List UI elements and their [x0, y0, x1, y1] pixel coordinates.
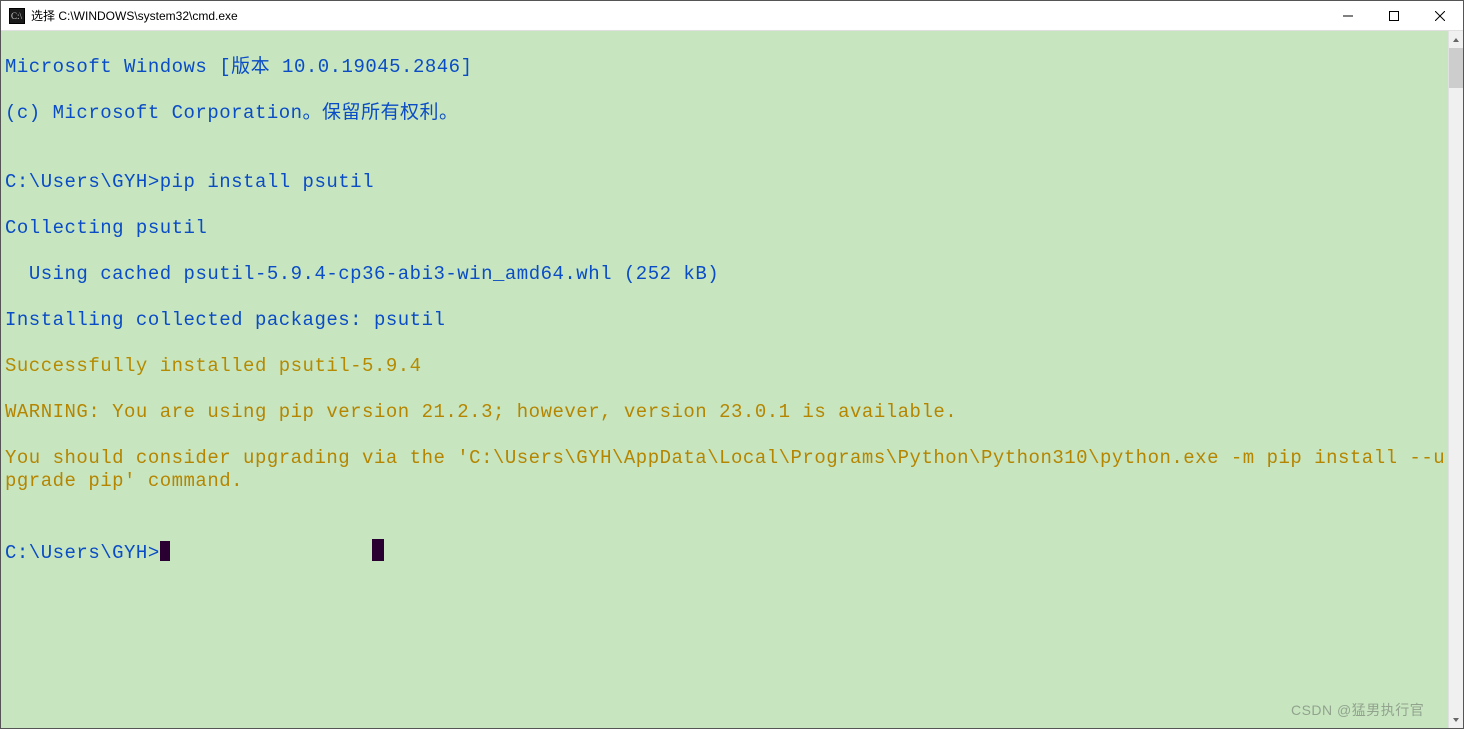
success-line: Successfully installed psutil-5.9.4: [5, 355, 1448, 378]
text-cursor: [160, 541, 170, 561]
selection-gap: [170, 542, 372, 564]
copyright-line: (c) Microsoft Corporation。保留所有权利。: [5, 102, 1448, 125]
scroll-track[interactable]: [1449, 48, 1463, 711]
window-title: 选择 C:\WINDOWS\system32\cmd.exe: [31, 7, 238, 24]
selection-block: [372, 539, 384, 561]
terminal-output[interactable]: Microsoft Windows [版本 10.0.19045.2846] (…: [1, 31, 1448, 728]
prompt-path-2: C:\Users\GYH>: [5, 542, 160, 564]
prompt-path: C:\Users\GYH>: [5, 171, 160, 193]
scroll-down-button[interactable]: [1449, 711, 1463, 728]
cmd-window: C:\ 选择 C:\WINDOWS\system32\cmd.exe Micro…: [0, 0, 1464, 729]
close-button[interactable]: [1417, 1, 1463, 31]
os-version-line: Microsoft Windows [版本 10.0.19045.2846]: [5, 56, 1448, 79]
prompt-line-1: C:\Users\GYH>pip install psutil: [5, 171, 1448, 194]
watermark-text: CSDN @猛男执行官: [1291, 699, 1424, 722]
warning-line-1: WARNING: You are using pip version 21.2.…: [5, 401, 1448, 424]
cached-line: Using cached psutil-5.9.4-cp36-abi3-win_…: [5, 263, 1448, 286]
warning-line-2: You should consider upgrading via the 'C…: [5, 447, 1448, 493]
prompt-line-2: C:\Users\GYH>: [5, 539, 1448, 565]
vertical-scrollbar[interactable]: [1448, 31, 1463, 728]
svg-text:C:\: C:\: [11, 11, 23, 21]
titlebar[interactable]: C:\ 选择 C:\WINDOWS\system32\cmd.exe: [1, 1, 1463, 31]
scroll-thumb[interactable]: [1449, 48, 1463, 88]
cmd-icon: C:\: [9, 8, 25, 24]
prompt-command: pip install psutil: [160, 171, 374, 193]
maximize-button[interactable]: [1371, 1, 1417, 31]
minimize-button[interactable]: [1325, 1, 1371, 31]
collecting-line: Collecting psutil: [5, 217, 1448, 240]
installing-line: Installing collected packages: psutil: [5, 309, 1448, 332]
scroll-up-button[interactable]: [1449, 31, 1463, 48]
client-area: Microsoft Windows [版本 10.0.19045.2846] (…: [1, 31, 1463, 728]
